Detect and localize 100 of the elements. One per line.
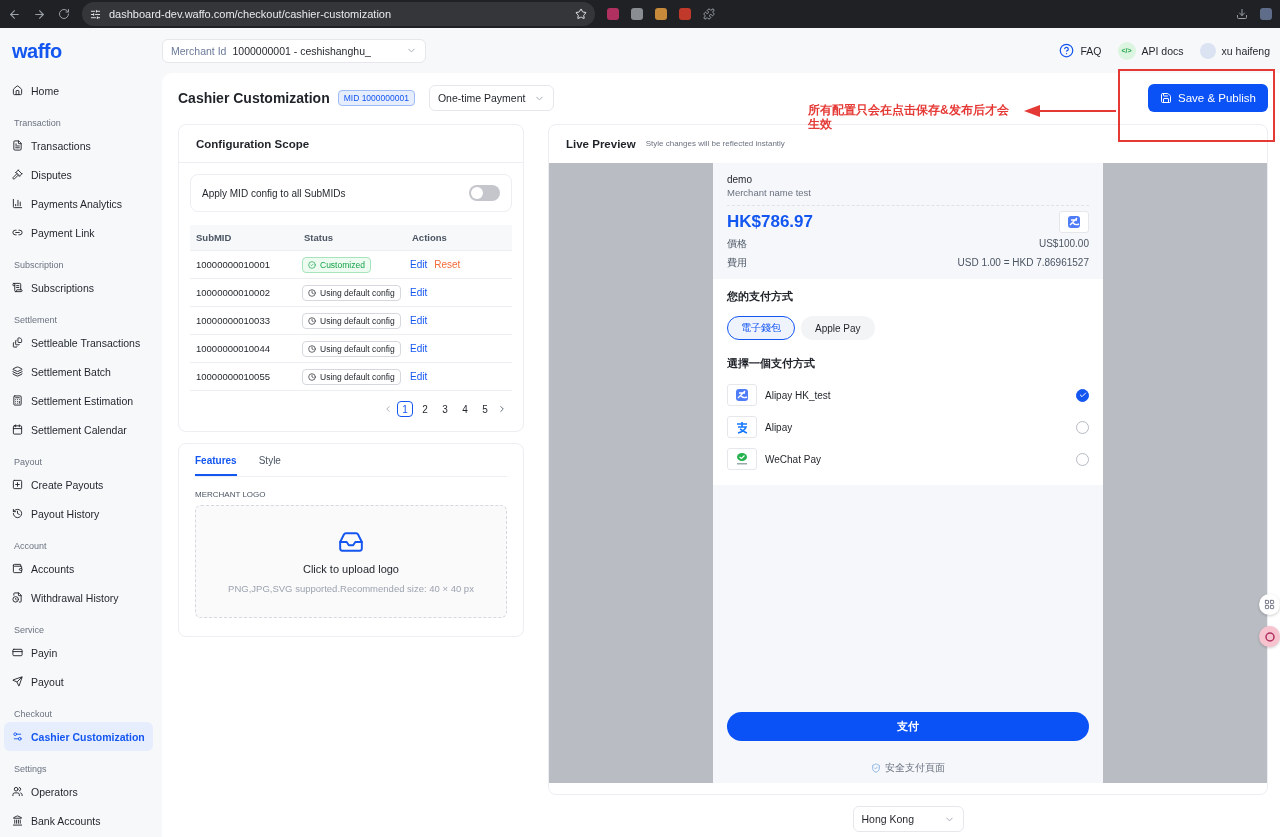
extension-icon[interactable] — [679, 8, 691, 20]
merchant-select[interactable]: Merchant Id 1000000001 - ceshishanghu_ — [162, 38, 426, 63]
sidebar-item[interactable]: Settlement Calendar — [4, 415, 153, 444]
section-label: MERCHANT LOGO — [195, 490, 267, 499]
card-subtitle: Style changes will be reflected instantly — [645, 139, 785, 148]
table-cell-text: 10000000010001 — [195, 259, 271, 270]
address-bar[interactable]: dashboard-dev.waffo.com/checkout/cashier-customization — [82, 2, 595, 26]
mid-badge: MID 1000000001 — [337, 90, 415, 106]
price-value: US$100.00 — [1038, 238, 1089, 249]
documents-icon — [12, 337, 23, 348]
status-tag: Using default config — [302, 340, 401, 357]
shield-icon — [871, 763, 881, 773]
page-number[interactable]: 2 — [417, 401, 433, 417]
help-icon — [1059, 43, 1075, 58]
tab[interactable]: Features — [195, 449, 237, 476]
page-number[interactable]: 3 — [437, 401, 453, 417]
extensions-icon[interactable] — [703, 8, 715, 20]
wallet-icon — [12, 563, 23, 574]
sidebar-item[interactable]: Payments Analytics — [4, 189, 153, 218]
payment-type-select[interactable]: One-time Payment — [428, 85, 554, 111]
sidebar-section-label: Account — [13, 540, 48, 553]
sidebar-item[interactable]: Payment Link — [4, 218, 153, 247]
link-icon — [12, 227, 23, 238]
sidebar-item[interactable]: Home — [4, 76, 153, 105]
sidebar-section-label: Checkout — [13, 708, 54, 721]
pay-button[interactable]: 支付 — [727, 712, 1089, 741]
user-menu[interactable]: xu haifeng — [1199, 42, 1270, 59]
extension-icon[interactable] — [631, 8, 643, 20]
bookmark-icon[interactable] — [575, 8, 587, 20]
history-icon — [12, 508, 23, 519]
radio-button[interactable] — [1076, 452, 1089, 466]
method-tab[interactable]: 電子錢包 — [727, 316, 795, 340]
sidebar-item[interactable]: Payout — [4, 667, 153, 696]
region-select[interactable]: Hong Kong — [852, 806, 964, 832]
merchant-label: demo — [727, 174, 753, 185]
edit-link[interactable]: Edit — [410, 343, 428, 354]
card-title: Live Preview — [566, 137, 636, 150]
edit-link[interactable]: Edit — [410, 315, 428, 326]
download-icon[interactable] — [1236, 8, 1248, 20]
clock-icon — [308, 372, 316, 381]
sidebar-section-label: Service — [13, 624, 45, 637]
sidebar-section-label: Transaction — [13, 117, 62, 130]
reload-icon[interactable] — [58, 8, 70, 20]
back-icon[interactable] — [8, 7, 21, 21]
sidebar-item[interactable]: Payin — [4, 638, 153, 667]
clock-icon — [308, 344, 316, 353]
annotation-text: 所有配置只会在点击保存&发布后才会生效 — [808, 103, 1010, 131]
price-label: 價格 — [727, 236, 747, 251]
layers-icon — [12, 366, 23, 377]
tab[interactable]: Style — [258, 449, 281, 476]
sidebar-item[interactable]: Payout History — [4, 499, 153, 528]
edit-link[interactable]: Edit — [410, 371, 428, 382]
edit-link[interactable]: Edit — [410, 259, 428, 270]
sidebar-item[interactable]: Accounts — [4, 554, 153, 583]
sidebar-item[interactable]: Cashier Customization — [4, 722, 153, 751]
extension-icon[interactable] — [607, 8, 619, 20]
sidebar-item[interactable]: Operators — [4, 777, 153, 806]
sidebar-item[interactable]: Withdrawal History — [4, 583, 153, 612]
edit-link[interactable]: Edit — [410, 287, 428, 298]
sidebar-item[interactable]: Subscriptions — [4, 273, 153, 302]
logo: waffo — [11, 38, 63, 64]
clock-icon — [308, 288, 316, 297]
secure-note: 安全支付頁面 — [871, 761, 945, 775]
method-name: Alipay — [765, 421, 794, 433]
sidebar-section-label: Payout — [13, 456, 44, 469]
forward-icon[interactable] — [33, 7, 46, 21]
upload-area[interactable]: Click to upload logo PNG,JPG,SVG supported.Recommended size: 40 × 40 px — [195, 505, 507, 618]
site-settings-icon[interactable] — [90, 8, 101, 20]
wallet-logo-icon — [735, 388, 749, 402]
clock-icon — [308, 316, 316, 325]
status-tag: Using default config — [302, 312, 401, 329]
extension-icon[interactable] — [655, 8, 667, 20]
page-number[interactable]: 4 — [457, 401, 473, 417]
calendar-icon — [12, 424, 23, 435]
sidebar-item[interactable]: Disputes — [4, 160, 153, 189]
alipay-logo-icon — [735, 420, 749, 434]
radio-button[interactable] — [1076, 420, 1089, 434]
toggle-switch[interactable] — [469, 185, 500, 201]
sidebar-item[interactable]: Settleable Transactions — [4, 328, 153, 357]
check-icon — [1078, 391, 1087, 399]
save-publish-button[interactable]: Save & Publish — [1148, 84, 1268, 112]
page-number[interactable]: 1 — [397, 401, 413, 417]
sidebar-item[interactable]: Transactions — [4, 131, 153, 160]
gavel-icon — [12, 169, 23, 180]
sidebar-item[interactable]: Bank Accounts — [4, 806, 153, 835]
radio-button[interactable] — [1076, 388, 1089, 402]
faq-link[interactable]: FAQ — [1059, 43, 1102, 58]
plus-icon — [12, 479, 23, 490]
method-tab[interactable]: Apple Pay — [801, 316, 875, 340]
profile-icon[interactable] — [1260, 8, 1272, 20]
sidebar-section-label: Subscription — [13, 259, 65, 272]
merchant-name: Merchant name test — [727, 187, 812, 198]
sidebar-item[interactable]: Settlement Batch — [4, 357, 153, 386]
page-number[interactable]: 5 — [477, 401, 493, 417]
toggle-label: Apply MID config to all SubMIDs — [202, 187, 346, 199]
sidebar-section-label: Settlement — [13, 314, 59, 327]
page-title: Cashier Customization — [178, 90, 330, 106]
next-page-icon[interactable] — [497, 404, 507, 414]
sidebar-item[interactable]: Create Payouts — [4, 470, 153, 499]
sidebar-item[interactable]: Settlement Estimation — [4, 386, 153, 415]
